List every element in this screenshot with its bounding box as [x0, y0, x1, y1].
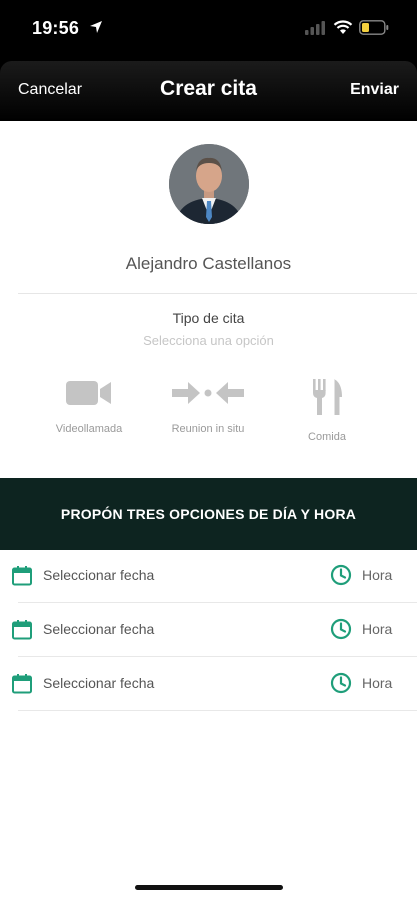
calendar-icon[interactable] [11, 673, 33, 695]
divider [18, 293, 417, 294]
wifi-icon [333, 20, 353, 34]
fork-knife-icon [313, 379, 342, 415]
date-time-row: Seleccionar fecha Hora [0, 550, 417, 603]
clock-icon[interactable] [330, 564, 352, 586]
option-comida[interactable]: Comida [272, 377, 382, 443]
select-time-button[interactable]: Hora [362, 621, 392, 637]
select-date-button[interactable]: Seleccionar fecha [43, 621, 154, 637]
video-camera-icon [66, 381, 111, 405]
status-time: 19:56 [32, 18, 80, 38]
send-button[interactable]: Enviar [350, 81, 399, 99]
option-reunion-in-situ[interactable]: Reunion in situ [153, 377, 263, 435]
cellular-signal-icon [305, 21, 325, 35]
select-date-button[interactable]: Seleccionar fecha [43, 675, 154, 691]
schedule-banner: PROPÓN TRES OPCIONES DE DÍA Y HORA [0, 478, 417, 550]
appointment-type-title: Tipo de cita [172, 310, 245, 326]
row-divider [18, 602, 417, 603]
select-time-button[interactable]: Hora [362, 675, 392, 691]
clock-icon[interactable] [330, 672, 352, 694]
date-time-row: Seleccionar fecha Hora [0, 658, 417, 711]
date-time-row: Seleccionar fecha Hora [0, 604, 417, 657]
calendar-icon[interactable] [11, 619, 33, 641]
select-date-button[interactable]: Seleccionar fecha [43, 567, 154, 583]
row-divider [18, 710, 417, 711]
status-bar: 19:56 [0, 0, 417, 60]
form-content: Alejandro Castellanos Tipo de cita Selec… [0, 121, 417, 900]
home-indicator[interactable] [135, 885, 283, 890]
meeting-arrows-icon [172, 382, 244, 404]
option-label: Comida [308, 431, 346, 443]
row-divider [18, 656, 417, 657]
contact-name: Alejandro Castellanos [125, 254, 292, 273]
battery-icon [359, 20, 389, 35]
avatar [169, 144, 249, 224]
location-arrow-icon [90, 21, 102, 33]
clock-icon[interactable] [330, 618, 352, 640]
modal-header: Cancelar Crear cita Enviar [0, 61, 417, 121]
calendar-icon[interactable] [11, 565, 33, 587]
avatar-photo [169, 144, 249, 224]
select-time-button[interactable]: Hora [362, 567, 392, 583]
appointment-type-placeholder: Selecciona una opción [143, 333, 274, 348]
option-label: Reunion in situ [171, 423, 245, 435]
option-videollamada[interactable]: Videollamada [34, 377, 144, 435]
option-label: Videollamada [55, 423, 123, 435]
